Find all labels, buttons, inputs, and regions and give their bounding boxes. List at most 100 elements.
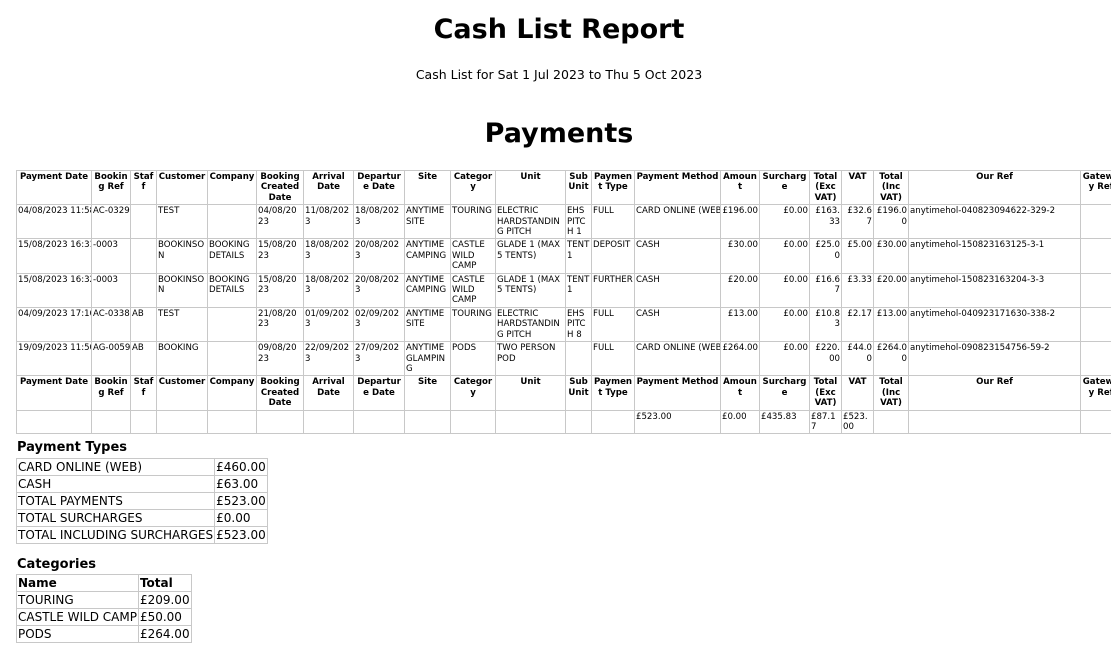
payment-row: 15/08/2023 16:31 -0003 BOOKINSON BOOKING DE… [16, 238, 1111, 274]
col-header: Total (Exc VAT) [809, 169, 842, 206]
payment-cell: 18/08/2023 [303, 238, 354, 274]
payment-cell [1080, 306, 1111, 343]
payment-cell [1080, 238, 1111, 274]
col-header: Booking Ref [91, 375, 131, 411]
col-header: Site [404, 375, 451, 411]
payment-cell: 11/08/2023 [303, 204, 354, 240]
col-header: Category [450, 375, 496, 411]
col-header: Customer [156, 169, 208, 206]
payment-cell: £0.00 [759, 272, 810, 308]
col-header: Arrival Date [303, 169, 354, 206]
payment-cell [207, 204, 257, 240]
payment-types-table: CARD ONLINE (WEB) £460.00 CASH £63.00 TOTAL … [15, 458, 268, 544]
payment-type-row: TOTAL PAYMENTS £523.00 [15, 492, 268, 510]
row-value: £0.00 [214, 509, 268, 527]
payment-cell: CASH [634, 306, 721, 343]
row-label: CASTLE WILD CAMP [16, 608, 139, 626]
payment-cell: 01/09/2023 [303, 306, 354, 343]
col-header: Payment Type [591, 169, 635, 206]
col-header: Our Ref [908, 375, 1081, 411]
payment-cell: £16.67 [809, 272, 842, 308]
col-header: Unit [495, 375, 566, 411]
col-header: Payment Method [634, 169, 721, 206]
payment-types-body: CARD ONLINE (WEB) £460.00 CASH £63.00 TOTAL … [15, 458, 268, 544]
payment-cell: £30.00 [720, 238, 760, 274]
payment-cell: BOOKINSON [156, 238, 208, 274]
row-value: £523.00 [214, 492, 268, 510]
payment-cell: TEST [156, 306, 208, 343]
payment-cell [207, 341, 257, 377]
col-header: Company [207, 169, 257, 206]
col-header: Total (Inc VAT) [873, 375, 909, 411]
row-label: TOTAL PAYMENTS [15, 492, 216, 510]
payment-cell: ANYTIME SITE [404, 306, 451, 343]
payment-cell: ELECTRIC HARDSTANDING PITCH [495, 306, 566, 343]
total-surcharge: £0.00 [720, 409, 760, 435]
col-header: Payment Date [16, 169, 92, 206]
payment-cell: CASH [634, 272, 721, 308]
row-value: £63.00 [214, 475, 268, 493]
payment-cell: AC-0329 [91, 204, 131, 240]
payment-cell: TOURING [450, 204, 496, 240]
payment-cell: DEPOSIT [591, 238, 635, 274]
payment-cell: £10.83 [809, 306, 842, 343]
payment-cell [1080, 272, 1111, 308]
payment-cell: £196.00 [720, 204, 760, 240]
category-row: TOURING £209.00 [16, 591, 192, 609]
col-header: Gateway Ref [1080, 375, 1111, 411]
report-title: Cash List Report [433, 14, 685, 45]
payment-cell: £196.00 [873, 204, 909, 240]
payments-table: Payment Date Booking Ref Staff Customer … [16, 169, 1111, 435]
payment-cell [130, 238, 157, 274]
payment-cell: AB [130, 306, 157, 343]
payment-cell: EHS PITCH 8 [565, 306, 592, 343]
col-header: Staff [130, 375, 157, 411]
payment-cell: 19/09/2023 11:50 [16, 341, 92, 377]
col-header: Unit [495, 169, 566, 206]
payment-cell: £2.17 [841, 306, 874, 343]
payments-body: 04/08/2023 11:58 AC-0329 TEST 04/08/2023 11/… [16, 204, 1111, 377]
payment-row: 19/09/2023 11:50 AG-0059 AB BOOKING 09/08/20… [16, 341, 1111, 377]
payment-cell: ANYTIME CAMPING [404, 238, 451, 274]
payment-cell: anytimehol-090823154756-59-2 [908, 341, 1081, 377]
col-header: Departure Date [353, 375, 405, 411]
payment-cell: 15/08/2023 16:32 [16, 272, 92, 308]
category-row: CASTLE WILD CAMP £50.00 [16, 608, 192, 626]
payment-row: 04/08/2023 11:58 AC-0329 TEST 04/08/2023 11/… [16, 204, 1111, 240]
row-label: TOTAL INCLUDING SURCHARGES [15, 526, 216, 544]
payment-cell: ANYTIME GLAMPING [404, 341, 451, 377]
payments-heading: Payments [484, 118, 634, 149]
categories-heading: Categories [17, 557, 97, 572]
col-header: Sub Unit [565, 375, 592, 411]
col-header: Booking Created Date [256, 169, 304, 206]
col-header: Total (Inc VAT) [873, 169, 909, 206]
col-header: Surcharge [759, 169, 810, 206]
row-value: £264.00 [137, 625, 192, 643]
payment-cell: £30.00 [873, 238, 909, 274]
payment-cell: CARD ONLINE (WEB) [634, 204, 721, 240]
row-value: £460.00 [214, 458, 268, 476]
report-subtitle: Cash List for Sat 1 Jul 2023 to Thu 5 Oc… [415, 67, 703, 82]
payment-cell: BOOKINSON [156, 272, 208, 308]
row-label: TOTAL SURCHARGES [15, 509, 216, 527]
payment-cell [1080, 204, 1111, 240]
col-header: Amount [720, 169, 760, 206]
row-label: PODS [16, 625, 139, 643]
col-header: Amount [720, 375, 760, 411]
payment-cell: FULL [591, 341, 635, 377]
total-exc-vat: £435.83 [759, 409, 810, 435]
col-header: Gateway Ref [1080, 169, 1111, 206]
col-header: VAT [841, 375, 874, 411]
payments-footer-header-row: Payment Date Booking Ref Staff Customer … [16, 375, 1111, 411]
payment-cell: BOOKING DETAILS [207, 272, 257, 308]
col-header: Payment Method [634, 375, 721, 411]
payment-cell: -0003 [91, 272, 131, 308]
col-header: Total [137, 574, 192, 592]
payment-cell: 18/08/2023 [303, 272, 354, 308]
payment-cell [130, 204, 157, 240]
row-label: CARD ONLINE (WEB) [15, 458, 216, 476]
payment-cell: anytimehol-150823163125-3-1 [908, 238, 1081, 274]
payment-type-row: TOTAL INCLUDING SURCHARGES £523.00 [15, 526, 268, 544]
payment-cell: anytimehol-040823094622-329-2 [908, 204, 1081, 240]
payment-cell: CASH [634, 238, 721, 274]
